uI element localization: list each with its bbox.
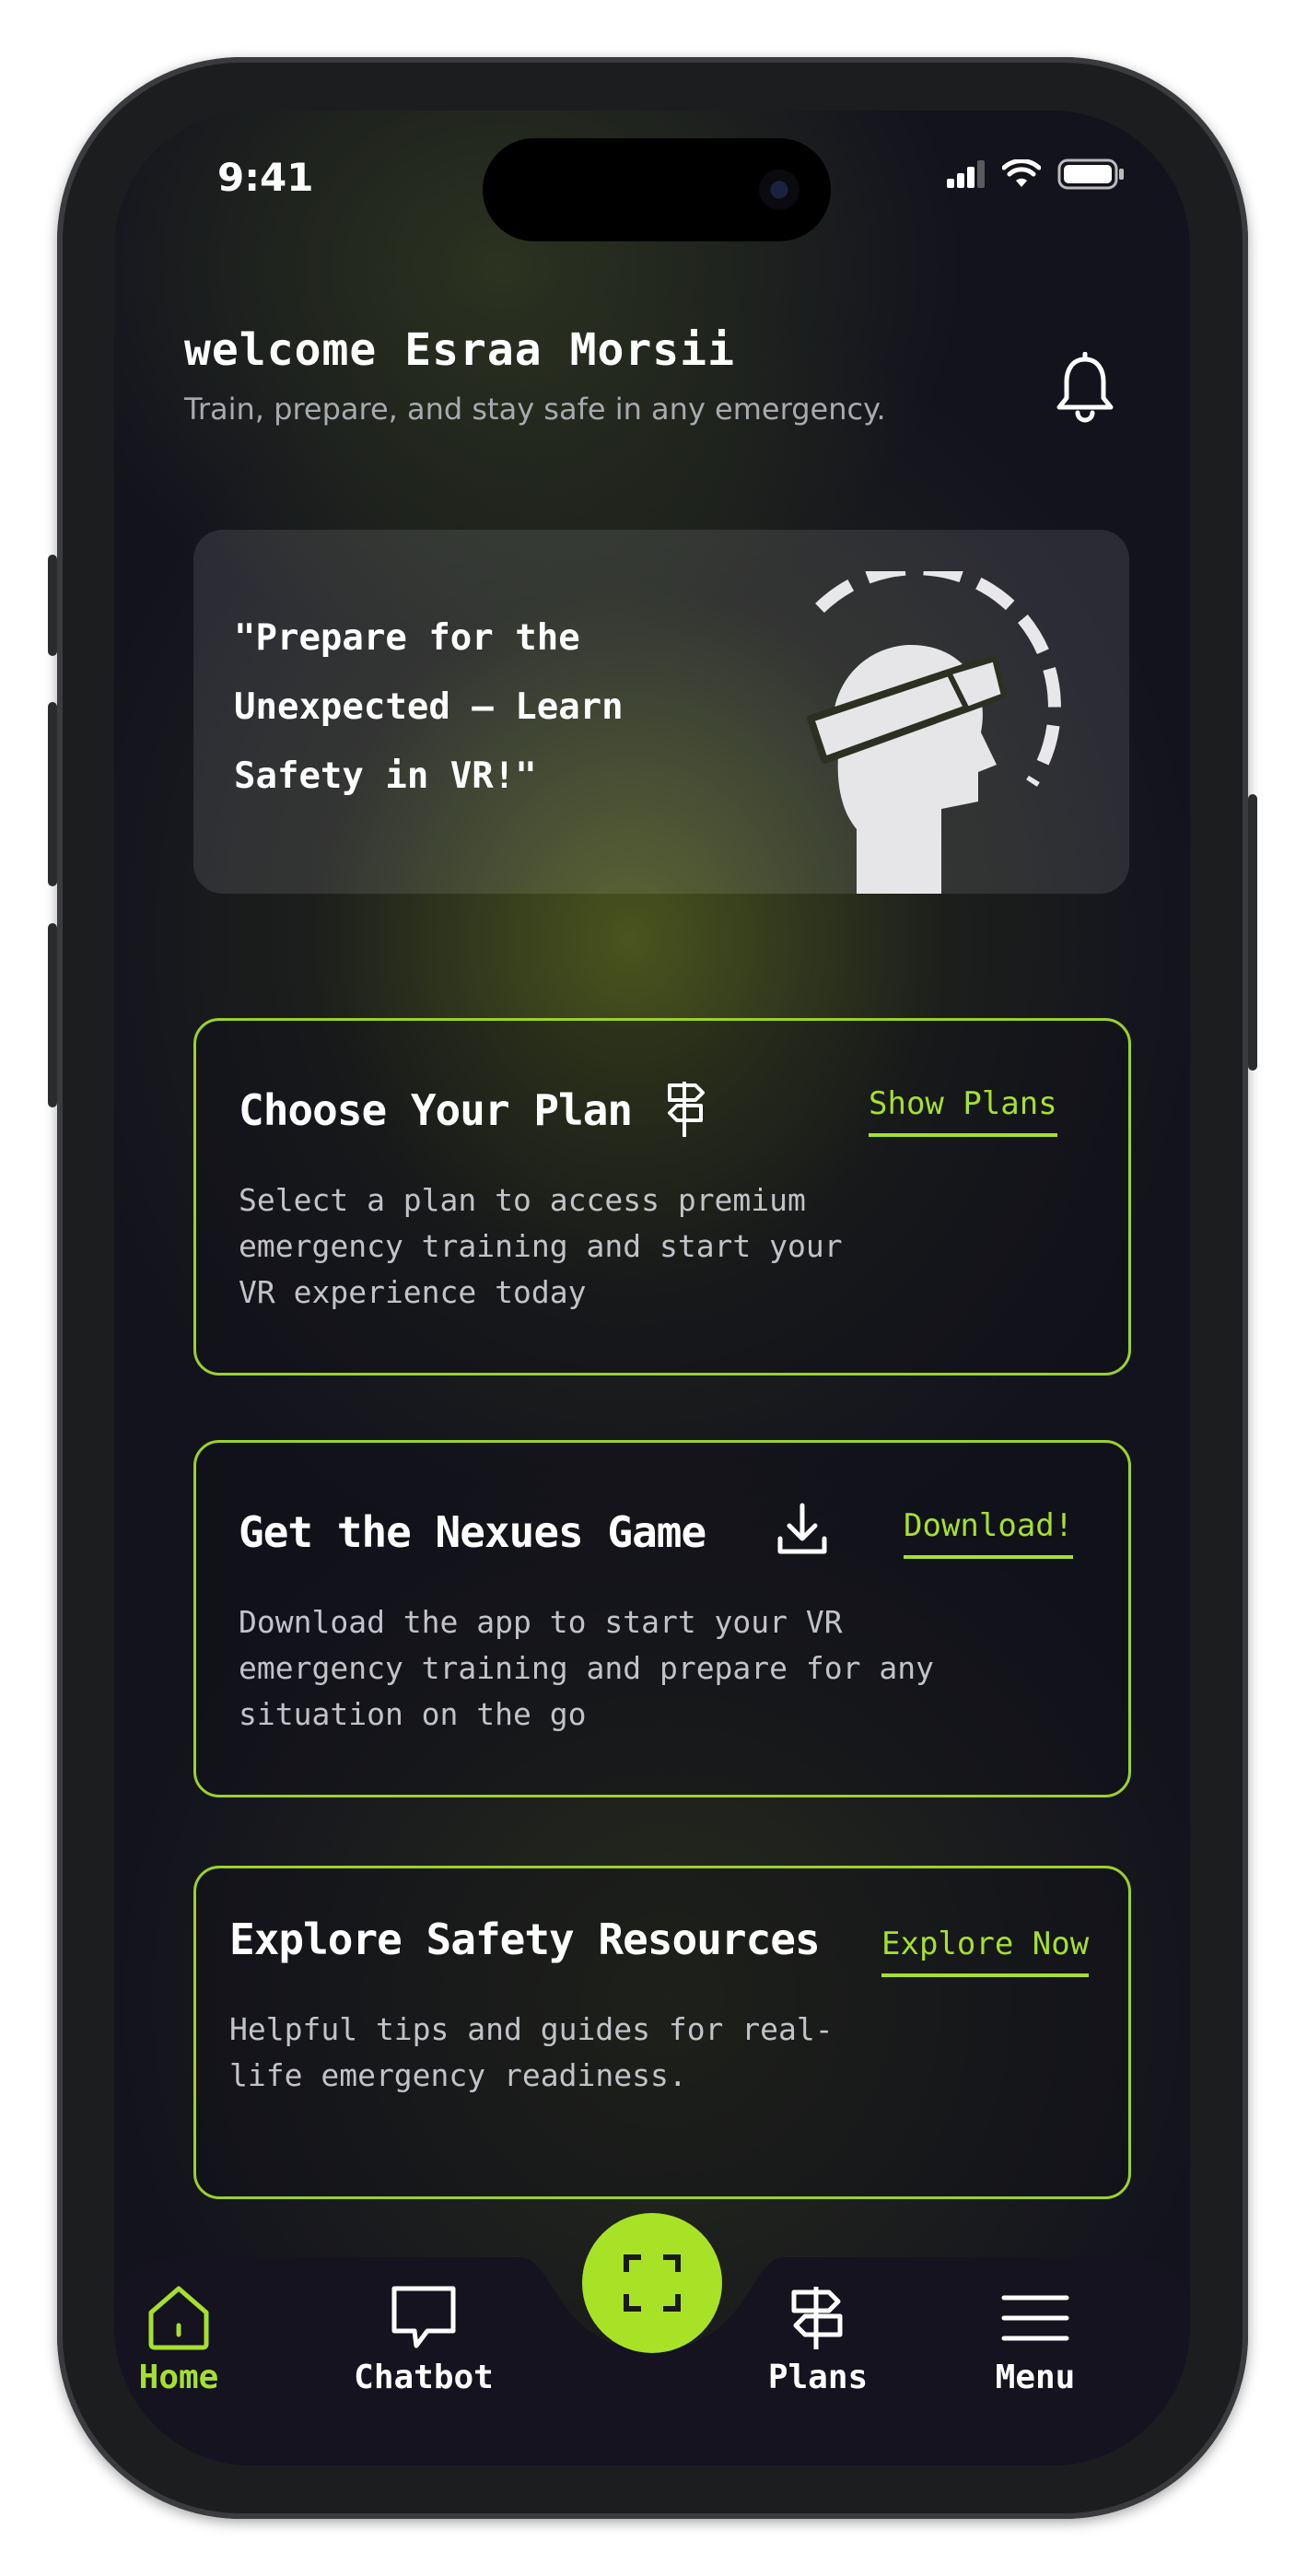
camera-icon [759,170,799,210]
status-time: 9:41 [217,155,314,200]
nav-label-plans: Plans [767,2359,869,2396]
explore-resources-card[interactable]: Explore Safety Resources Explore Now Hel… [193,1866,1131,2199]
choose-plan-card[interactable]: Choose Your Plan Show Plans Select a pla… [193,1018,1131,1376]
power-button [1248,794,1257,1071]
nav-label-menu: Menu [995,2359,1076,2396]
dynamic-island [483,138,831,241]
card-title: Explore Safety Resources [229,1914,821,1964]
vr-headset-icon [807,571,1061,894]
action-button [48,555,57,656]
card-description: Helpful tips and guides for real-life em… [229,2011,834,2093]
nav-item-chatbot[interactable]: Chatbot [332,2283,516,2465]
volume-down-button [48,923,57,1107]
volume-up-button [48,702,57,886]
nav-item-plans[interactable]: Plans [726,2283,910,2465]
signpost-icon [791,2287,843,2349]
status-icons [947,158,1126,190]
signpost-icon [668,1082,705,1137]
bell-icon[interactable] [1054,352,1116,426]
welcome-heading: welcome Esraa Morsii [184,324,735,376]
download-icon [777,1503,827,1554]
card-description: Download the app to start your VR emerge… [239,1604,934,1732]
nav-item-home[interactable]: Home [114,2283,271,2465]
bottom-nav: Home Chatbot Plans Menu [114,2257,1190,2465]
card-description: Select a plan to access premium emergenc… [239,1182,843,1310]
nav-item-menu[interactable]: Menu [943,2283,1127,2465]
get-game-card[interactable]: Get the Nexues Game Download! Download t… [193,1440,1131,1797]
hero-quote: "Prepare for the Unexpected – Learn Safe… [234,617,624,797]
download-link[interactable]: Download! [904,1507,1074,1559]
app-screen: 9:41 welcome Esraa Morsii Train, prepare… [114,111,1190,2465]
show-plans-link[interactable]: Show Plans [869,1085,1057,1137]
wifi-icon [1002,159,1041,187]
card-title: Choose Your Plan [239,1085,633,1135]
nav-label-home: Home [138,2359,219,2396]
hero-banner: "Prepare for the Unexpected – Learn Safe… [193,530,1129,894]
explore-now-link[interactable]: Explore Now [881,1926,1090,1977]
hamburger-menu-icon [1001,2295,1069,2341]
chat-bubble-icon [391,2286,456,2348]
signal-icon [947,160,985,188]
nav-label-chatbot: Chatbot [354,2359,494,2396]
battery-icon [1057,158,1124,190]
home-icon [148,2286,209,2350]
welcome-subtitle: Train, prepare, and stay safe in any eme… [184,392,886,427]
card-title: Get the Nexues Game [239,1507,706,1557]
